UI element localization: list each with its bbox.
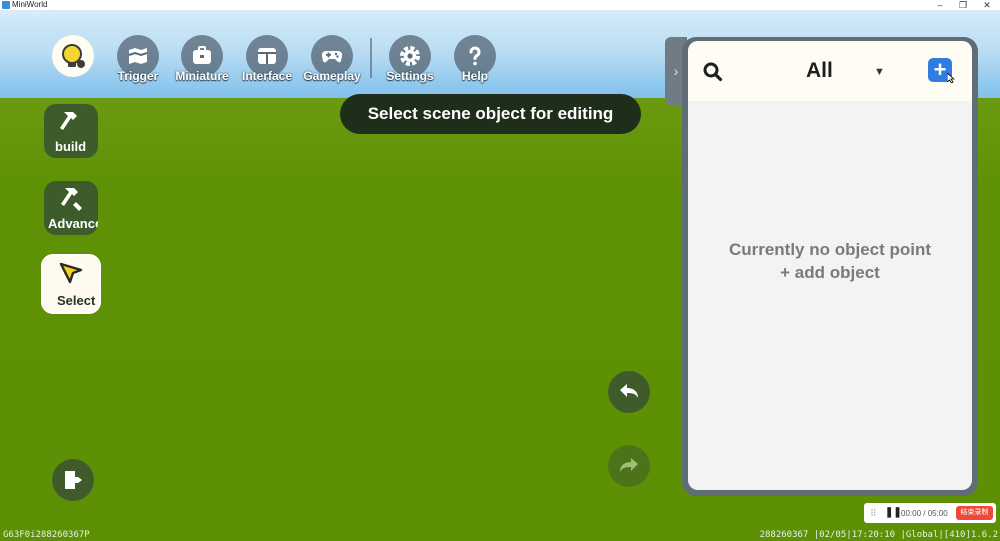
fps-counter: FPS: 79.0 xyxy=(2,11,51,21)
gear-icon xyxy=(400,46,420,66)
window-titlebar: MiniWorld – ❐ ✕ xyxy=(0,0,1000,10)
search-icon[interactable] xyxy=(702,61,724,83)
map-icon xyxy=(128,48,148,64)
hint-toast: Select scene object for editing xyxy=(340,94,641,134)
window-icon xyxy=(258,48,276,64)
exit-door-icon xyxy=(65,471,82,489)
app-icon xyxy=(2,1,10,9)
mouse-cursor-icon xyxy=(947,73,955,83)
tool-advanced-label: Advanced xyxy=(48,216,98,231)
window-title: MiniWorld xyxy=(12,0,48,9)
redo-icon xyxy=(620,458,638,472)
object-panel-header: All ▼ + xyxy=(688,41,972,101)
select-cursor-icon xyxy=(59,262,83,284)
server-info: 288260367 |02/05|17:20:10 |Global|[410]1… xyxy=(759,530,998,540)
tool-build[interactable]: build xyxy=(44,104,98,158)
close-button[interactable]: ✕ xyxy=(977,0,997,10)
maximize-button[interactable]: ❐ xyxy=(953,0,973,10)
empty-state-message: Currently no object point + add object xyxy=(728,240,932,282)
gamepad-icon xyxy=(321,50,343,63)
gameplay-label: Gameplay xyxy=(303,69,361,83)
tool-select[interactable]: Select xyxy=(41,254,101,314)
screen-recorder-widget: ⠿ ❚❚ 00:00 / 05:00 结束录制 xyxy=(864,503,996,523)
help-label: Help xyxy=(461,69,488,83)
object-panel: All ▼ + Currently no object point + add … xyxy=(682,37,978,496)
tool-advanced[interactable]: Advanced xyxy=(44,181,98,235)
question-icon xyxy=(469,46,481,66)
object-panel-body: All ▼ + Currently no object point + add … xyxy=(688,41,972,490)
session-id: G63F0i288260367P xyxy=(3,530,90,540)
exit-edit-button[interactable] xyxy=(52,459,94,501)
briefcase-icon xyxy=(193,46,211,64)
advanced-hammer-icon xyxy=(61,188,82,211)
recording-time: 00:00 / 05:00 xyxy=(901,509,948,518)
filter-dropdown[interactable]: All xyxy=(806,59,833,83)
chevron-down-icon[interactable]: ▼ xyxy=(874,66,885,78)
lightbulb-icon xyxy=(62,44,85,68)
undo-icon xyxy=(620,384,638,398)
hammer-icon xyxy=(60,112,77,130)
hint-bulb-button[interactable] xyxy=(52,35,94,77)
drag-handle-icon[interactable]: ⠿ xyxy=(870,508,877,519)
help-button[interactable]: Help xyxy=(440,35,510,87)
gameplay-button[interactable]: Gameplay xyxy=(297,35,367,87)
stop-recording-button[interactable]: 结束录制 xyxy=(956,506,993,520)
minimize-button[interactable]: – xyxy=(930,0,950,10)
undo-button[interactable] xyxy=(608,371,650,413)
redo-button[interactable] xyxy=(608,445,650,487)
tool-select-label: Select xyxy=(57,293,96,308)
tool-build-label: build xyxy=(55,139,87,154)
pause-icon[interactable]: ❚❚ xyxy=(885,507,902,518)
